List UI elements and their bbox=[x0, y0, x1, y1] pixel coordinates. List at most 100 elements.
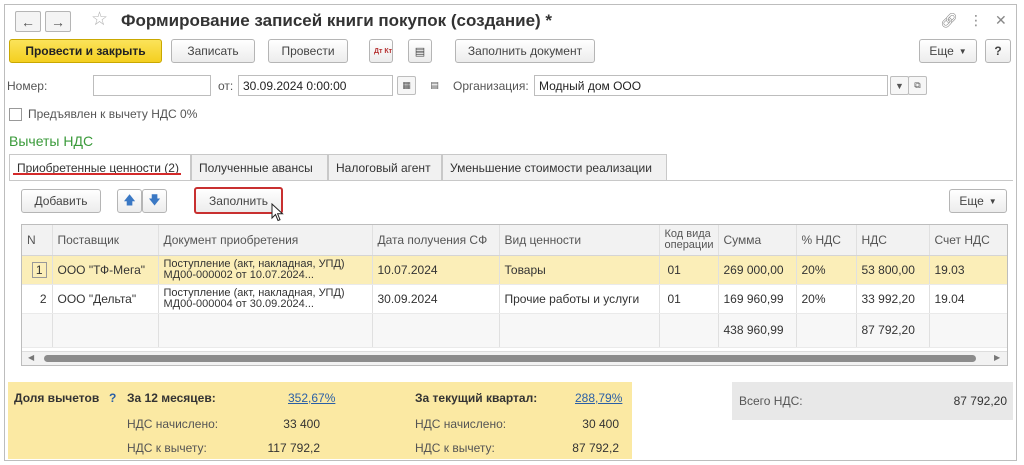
col-header-supplier[interactable]: Поставщик bbox=[52, 225, 159, 256]
table-row[interactable]: 1 ООО "ТФ-Мега" Поступление (акт, наклад… bbox=[22, 255, 1007, 285]
vat-rate-cell[interactable]: 20% bbox=[796, 284, 857, 314]
save-button[interactable]: Записать bbox=[171, 39, 255, 63]
dropdown-arrow-icon[interactable]: ▼ bbox=[890, 76, 909, 95]
date-label: от: bbox=[218, 79, 234, 93]
col-header-value-kind[interactable]: Вид ценности bbox=[499, 225, 660, 256]
accrued-12-value: 33 400 bbox=[283, 417, 320, 431]
supplier-cell[interactable]: ООО "ТФ-Мега" bbox=[52, 255, 159, 285]
table-more-label: Еще bbox=[959, 194, 984, 208]
link-icon[interactable]: 🔗︎ bbox=[940, 12, 958, 29]
totals-empty bbox=[499, 313, 660, 348]
vat-rate-cell[interactable]: 20% bbox=[796, 255, 857, 285]
months12-label: За 12 месяцев: bbox=[127, 391, 216, 405]
accrued-q-label: НДС начислено: bbox=[415, 417, 507, 431]
info-icon[interactable]: ▤ bbox=[425, 76, 444, 95]
total-vat-label: Всего НДС: bbox=[739, 394, 803, 408]
col-header-document[interactable]: Документ приобретения bbox=[158, 225, 373, 256]
col-header-operation-code[interactable]: Код вида операции bbox=[659, 225, 719, 256]
col-header-vat-rate[interactable]: % НДС bbox=[796, 225, 857, 256]
sum-cell[interactable]: 269 000,00 bbox=[718, 255, 797, 285]
calendar-icon[interactable]: ▦ bbox=[397, 76, 416, 95]
accrued-q-value: 30 400 bbox=[582, 417, 619, 431]
title-bar: ← → ☆ Формирование записей книги покупок… bbox=[5, 5, 1016, 35]
section-title: Вычеты НДС bbox=[9, 133, 94, 149]
fill-document-button[interactable]: Заполнить документ bbox=[455, 39, 595, 63]
invoice-date-cell[interactable]: 10.07.2024 bbox=[372, 255, 500, 285]
add-button[interactable]: Добавить bbox=[21, 189, 101, 213]
tab-divider bbox=[9, 180, 1013, 181]
sum-cell[interactable]: 169 960,99 bbox=[718, 284, 797, 314]
total-sum: 438 960,99 bbox=[718, 313, 797, 348]
document-line2: МД00-000002 от 10.07.2024... bbox=[163, 268, 314, 281]
invoice-date-cell[interactable]: 30.09.2024 bbox=[372, 284, 500, 314]
totals-empty bbox=[929, 313, 1007, 348]
row-number: 2 bbox=[22, 284, 53, 314]
number-input[interactable] bbox=[93, 75, 211, 96]
acquired-values-table[interactable]: N Поставщик Документ приобретения Дата п… bbox=[21, 224, 1008, 366]
close-icon[interactable]: ✕ bbox=[995, 12, 1007, 29]
col-header-vat-account[interactable]: Счет НДС bbox=[929, 225, 1007, 256]
vat-cell[interactable]: 53 800,00 bbox=[856, 255, 930, 285]
deduct-12-value: 117 792,2 bbox=[267, 441, 321, 455]
tab-tax-agent[interactable]: Налоговый агент bbox=[328, 154, 442, 180]
value-kind-cell[interactable]: Товары bbox=[499, 255, 660, 285]
more-button[interactable]: Еще ▼ bbox=[919, 39, 977, 63]
dt-kt-button[interactable]: Дт Кт bbox=[369, 39, 393, 63]
help-icon[interactable]: ? bbox=[109, 391, 116, 405]
post-button[interactable]: Провести bbox=[268, 39, 348, 63]
total-vat-panel: Всего НДС: 87 792,20 bbox=[732, 382, 1013, 420]
organization-label: Организация: bbox=[453, 79, 529, 93]
report-icon: ▤ bbox=[414, 45, 426, 58]
back-button[interactable]: ← bbox=[15, 11, 41, 32]
more-vert-icon[interactable]: ⋮ bbox=[969, 12, 983, 29]
tab-acquired-values[interactable]: Приобретенные ценности (2) bbox=[9, 154, 191, 181]
deduct-12-label: НДС к вычету: bbox=[127, 441, 207, 455]
dropdown-arrow-icon: ▼ bbox=[958, 46, 967, 56]
totals-empty bbox=[52, 313, 159, 348]
scrollbar-thumb[interactable] bbox=[44, 355, 976, 362]
table-row[interactable]: 2 ООО "Дельта" Поступление (акт, накладн… bbox=[22, 284, 1007, 314]
number-label: Номер: bbox=[7, 79, 48, 93]
date-input[interactable]: 30.09.2024 0:00:00 bbox=[238, 75, 393, 96]
col-header-sum[interactable]: Сумма bbox=[718, 225, 797, 256]
arrow-right-icon: → bbox=[51, 13, 65, 30]
tab-cost-reduction[interactable]: Уменьшение стоимости реализации bbox=[442, 154, 667, 180]
col-header-invoice-date[interactable]: Дата получения СФ bbox=[372, 225, 500, 256]
fill-button[interactable]: Заполнить bbox=[194, 187, 283, 214]
arrow-left-icon: ← bbox=[21, 13, 35, 30]
favorite-star-icon[interactable]: ☆ bbox=[91, 8, 108, 31]
report-button[interactable]: ▤ bbox=[408, 39, 432, 63]
dt-kt-icon: Дт Кт bbox=[374, 47, 393, 55]
accrued-12-label: НДС начислено: bbox=[127, 417, 219, 431]
scroll-left-icon[interactable]: ◀ bbox=[28, 353, 34, 362]
forward-button[interactable]: → bbox=[45, 11, 71, 32]
supplier-cell[interactable]: ООО "Дельта" bbox=[52, 284, 159, 314]
months12-link[interactable]: 352,67% bbox=[288, 391, 335, 405]
quarter-link[interactable]: 288,79% bbox=[575, 391, 622, 405]
totals-empty bbox=[22, 313, 53, 348]
document-cell[interactable]: Поступление (акт, накладная, УПД) МД00-00… bbox=[158, 284, 373, 314]
totals-empty bbox=[158, 313, 373, 348]
open-link-icon[interactable]: ⧉ bbox=[908, 76, 927, 95]
vat0-checkbox[interactable] bbox=[9, 108, 22, 121]
table-more-button[interactable]: Еще ▼ bbox=[949, 189, 1007, 213]
tab-received-advances[interactable]: Полученные авансы bbox=[191, 154, 328, 180]
operation-code-cell[interactable]: 01 bbox=[659, 284, 719, 314]
horizontal-scrollbar[interactable]: ◀ ▶ bbox=[22, 351, 1007, 365]
move-down-button[interactable]: 🡇 bbox=[142, 189, 167, 213]
move-up-button[interactable]: 🡅 bbox=[117, 189, 142, 213]
scroll-right-icon[interactable]: ▶ bbox=[994, 353, 1000, 362]
col-header-n[interactable]: N bbox=[22, 225, 53, 256]
vat-cell[interactable]: 33 992,20 bbox=[856, 284, 930, 314]
totals-empty bbox=[796, 313, 857, 348]
post-and-close-button[interactable]: Провести и закрыть bbox=[9, 39, 162, 63]
totals-empty bbox=[659, 313, 719, 348]
help-button[interactable]: ? bbox=[985, 39, 1011, 63]
vat-account-cell[interactable]: 19.04 bbox=[929, 284, 1007, 314]
document-cell[interactable]: Поступление (акт, накладная, УПД) МД00-00… bbox=[158, 255, 373, 285]
col-header-vat[interactable]: НДС bbox=[856, 225, 930, 256]
value-kind-cell[interactable]: Прочие работы и услуги bbox=[499, 284, 660, 314]
organization-input[interactable]: Модный дом ООО bbox=[534, 75, 888, 96]
operation-code-cell[interactable]: 01 bbox=[659, 255, 719, 285]
vat-account-cell[interactable]: 19.03 bbox=[929, 255, 1007, 285]
